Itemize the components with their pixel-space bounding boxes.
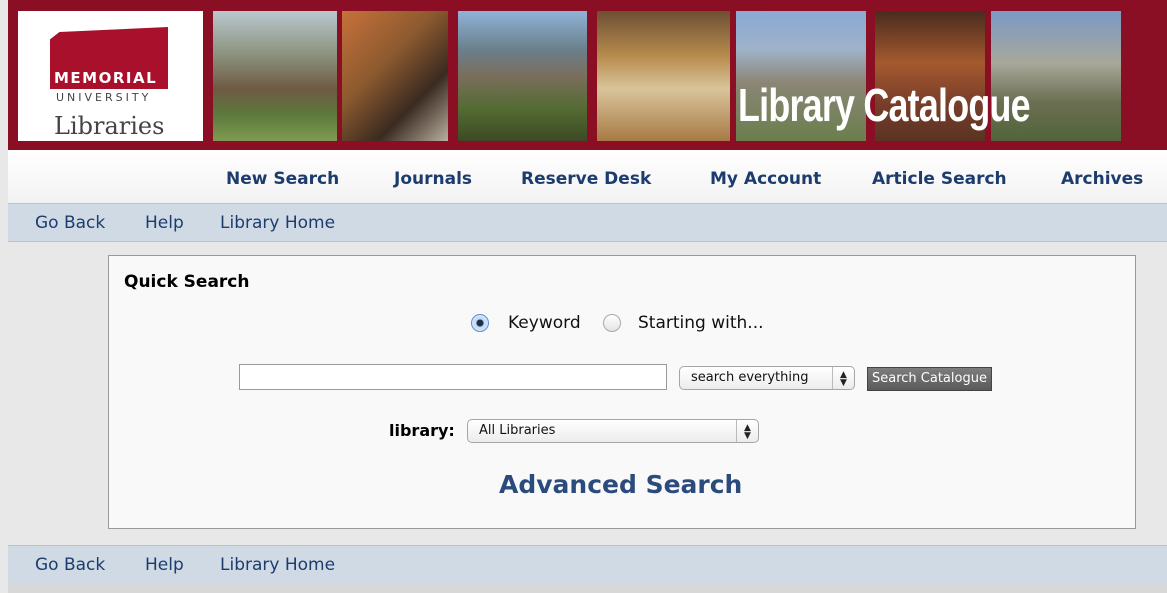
- secondary-nav-bottom: Go Back Help Library Home: [8, 545, 1167, 584]
- help-link[interactable]: Help: [145, 555, 184, 575]
- nav-archives[interactable]: Archives: [1061, 169, 1143, 189]
- search-input[interactable]: [239, 364, 667, 390]
- banner-photo-students-studying: [342, 11, 448, 141]
- starting-with-radio-label[interactable]: Starting with...: [638, 313, 764, 333]
- primary-nav: New Search Journals Reserve Desk My Acco…: [8, 150, 1167, 204]
- nav-journals[interactable]: Journals: [394, 169, 472, 189]
- library-select-value: All Libraries: [479, 423, 556, 438]
- go-back-link[interactable]: Go Back: [35, 555, 105, 575]
- keyword-radio-label[interactable]: Keyword: [508, 313, 581, 333]
- footer-strip: [8, 583, 1167, 593]
- nav-my-account[interactable]: My Account: [710, 169, 821, 189]
- library-label: library:: [389, 421, 455, 440]
- header-banner: MEMORIAL UNIVERSITY Libraries Library Ca…: [8, 0, 1167, 150]
- search-scope-value: search everything: [691, 370, 809, 385]
- go-back-link[interactable]: Go Back: [35, 213, 105, 233]
- nav-article-search[interactable]: Article Search: [872, 169, 1007, 189]
- search-scope-select[interactable]: search everything ▲ ▼: [679, 366, 855, 390]
- memorial-university-libraries-logo[interactable]: MEMORIAL UNIVERSITY Libraries: [18, 11, 203, 141]
- keyword-radio[interactable]: [471, 314, 489, 332]
- advanced-search-link[interactable]: Advanced Search: [499, 470, 742, 499]
- banner-photo-campus-aerial: [458, 11, 587, 141]
- select-arrows-icon: ▲ ▼: [736, 420, 758, 442]
- logo-text-libraries: Libraries: [54, 112, 165, 140]
- logo-text-university: UNIVERSITY: [56, 91, 152, 104]
- secondary-nav-top: Go Back Help Library Home: [8, 203, 1167, 242]
- library-home-link[interactable]: Library Home: [220, 555, 335, 575]
- select-arrows-icon: ▲ ▼: [832, 367, 854, 389]
- logo-text-memorial: MEMORIAL: [54, 69, 158, 87]
- quick-search-title: Quick Search: [124, 272, 250, 292]
- search-catalogue-button[interactable]: Search Catalogue: [867, 367, 992, 391]
- banner-photo-computer-lab: [597, 11, 730, 141]
- quick-search-panel: Quick Search Keyword Starting with... se…: [108, 255, 1136, 529]
- help-link[interactable]: Help: [145, 213, 184, 233]
- nav-reserve-desk[interactable]: Reserve Desk: [521, 169, 651, 189]
- nav-new-search[interactable]: New Search: [226, 169, 339, 189]
- library-select[interactable]: All Libraries ▲ ▼: [467, 419, 759, 443]
- banner-photo-library-building: [213, 11, 337, 141]
- banner-title: Library Catalogue: [738, 79, 1031, 131]
- library-home-link[interactable]: Library Home: [220, 213, 335, 233]
- starting-with-radio[interactable]: [603, 314, 621, 332]
